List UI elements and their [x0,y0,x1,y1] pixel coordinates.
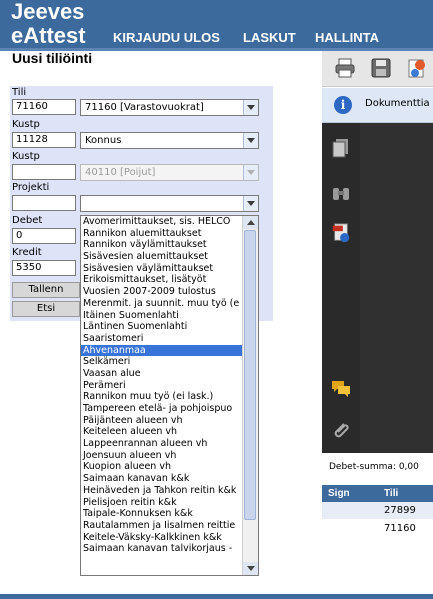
app-logo[interactable]: Jeeves eAttest [11,0,86,48]
table-header: Sign Tili [322,485,433,502]
projekti-dropdown-list[interactable]: Avomerimittaukset, sis. HELCO Rannikon al… [80,215,259,576]
chevron-down-icon[interactable] [243,100,258,115]
app-header: Jeeves eAttest KIRJAUDU ULOS LASKUT HALL… [0,0,433,48]
dropdown-option[interactable]: Ahvenanmaa [81,344,243,357]
dropdown-option[interactable]: Keiteleen alueen vh [81,426,243,438]
dropdown-option[interactable]: Keitele-Väksky-Kalkkinen k&k [81,532,243,544]
attachment-icon[interactable] [330,420,352,442]
tili-label: Tili [12,87,27,98]
kredit-label: Kredit [12,247,42,258]
tili-select[interactable]: 71160 [Varastovuokrat] [80,99,259,116]
dropdown-option[interactable]: Lappeenrannan alueen vh [81,438,243,450]
column-header-sign: Sign [328,488,350,499]
dropdown-option[interactable]: Rautalammen ja Iisalmen reittie [81,520,243,532]
dropdown-option[interactable]: Avomerimittaukset, sis. HELCO [81,216,243,228]
logo-line2: eAttest [11,23,86,48]
chevron-down-icon[interactable] [243,133,258,148]
viewer-toolbar [322,51,433,87]
dropdown-option[interactable]: Päijänteen alueen vh [81,415,243,427]
kredit-input[interactable]: 5350 [12,260,76,276]
kustp-select-value: Konnus [85,135,122,146]
debet-input[interactable]: 0 [12,228,76,244]
dropdown-option[interactable]: Saimaan kanavan k&k [81,473,243,485]
kustp2-input[interactable] [12,164,76,180]
dropdown-option[interactable]: Vaasan alue [81,368,243,380]
dropdown-option[interactable]: Selkämeri [81,356,243,368]
chevron-down-icon [243,165,258,180]
table-row[interactable]: 71160 [322,520,433,537]
footer-bar [0,594,433,599]
kustp-input[interactable]: 11128 [12,132,76,148]
save-icon[interactable] [370,57,392,79]
dropdown-option[interactable]: Joensuun alueen vh [81,450,243,462]
info-icon: i [334,96,352,114]
nav-logout[interactable]: KIRJAUDU ULOS [113,30,220,45]
column-header-tili: Tili [384,488,399,499]
pdf-info-icon[interactable] [330,222,352,244]
kustp2-select-value: 40110 [Poijut] [85,167,156,178]
dropdown-option[interactable]: Heinäveden ja Tahkon reitin k&k [81,485,243,497]
dropdown-option[interactable]: Rannikon aluemittaukset [81,228,243,240]
share-icon[interactable] [406,57,428,79]
binoculars-icon[interactable] [330,182,352,204]
dropdown-option[interactable]: Erikoismittaukset, lisätyöt [81,274,243,286]
dropdown-option[interactable]: Rannikon väylämittaukset [81,239,243,251]
dropdown-option[interactable]: Saaristomeri [81,333,243,345]
dropdown-option[interactable]: Läntinen Suomenlahti [81,321,243,333]
scroll-thumb[interactable] [244,230,256,520]
kustp-label: Kustp [12,119,40,130]
cell-tili: 71160 [384,523,416,534]
save-button[interactable]: Tallenn [12,282,80,298]
dropdown-option[interactable]: Perämeri [81,380,243,392]
dropdown-option[interactable]: Sisävesien väylämittaukset [81,263,243,275]
dropdown-option[interactable]: Tampereen etelä- ja pohjoispuo [81,403,243,415]
info-text: Dokumenttia t [365,98,433,109]
print-icon[interactable] [334,57,356,79]
dropdown-option[interactable]: Sisävesien aluemittaukset [81,251,243,263]
table-row[interactable]: 27899 [322,502,433,519]
tili-input[interactable]: 71160 [12,99,76,115]
debet-label: Debet [12,215,43,226]
dropdown-option[interactable]: Merenmit. ja suunnit. muu työ (e [81,298,243,310]
logo-line1: Jeeves [11,0,85,24]
info-bar: i Dokumenttia t [322,88,433,123]
dropdown-scrollbar[interactable] [242,216,258,575]
kustp2-select: 40110 [Poijut] [80,164,259,181]
kustp-select[interactable]: Konnus [80,132,259,149]
page-title: Uusi tiliöinti [12,50,93,66]
projekti-select[interactable] [80,195,259,212]
kustp2-label: Kustp [12,151,40,162]
dropdown-options: Avomerimittaukset, sis. HELCO Rannikon al… [81,216,243,555]
debet-summa: Debet-summa: 0,00 [329,462,419,472]
dropdown-option[interactable]: Itäinen Suomenlahti [81,310,243,322]
projekti-input[interactable] [12,195,76,211]
search-button[interactable]: Etsi [12,301,80,317]
viewer-side-rail [322,123,360,453]
nav-admin[interactable]: HALLINTA [315,30,379,45]
scroll-down-icon[interactable] [243,562,258,575]
nav-invoices[interactable]: LASKUT [243,30,296,45]
dropdown-option[interactable]: Taipale-Konnuksen k&k [81,508,243,520]
cell-tili: 27899 [384,505,416,516]
dropdown-option[interactable]: Pielisjoen reitin k&k [81,497,243,509]
dropdown-option[interactable]: Saimaan kanavan talvikorjaus - [81,543,243,555]
pages-icon[interactable] [330,137,352,159]
comments-icon[interactable] [330,377,352,399]
tili-select-value: 71160 [Varastovuokrat] [85,102,204,113]
dropdown-option[interactable]: Kuopion alueen vh [81,461,243,473]
projekti-label: Projekti [12,182,50,193]
dropdown-option[interactable]: Vuosien 2007-2009 tulostus [81,286,243,298]
dropdown-option[interactable]: Rannikon muu työ (ei lask.) [81,391,243,403]
scroll-up-icon[interactable] [243,216,258,229]
chevron-down-icon[interactable] [243,196,258,211]
